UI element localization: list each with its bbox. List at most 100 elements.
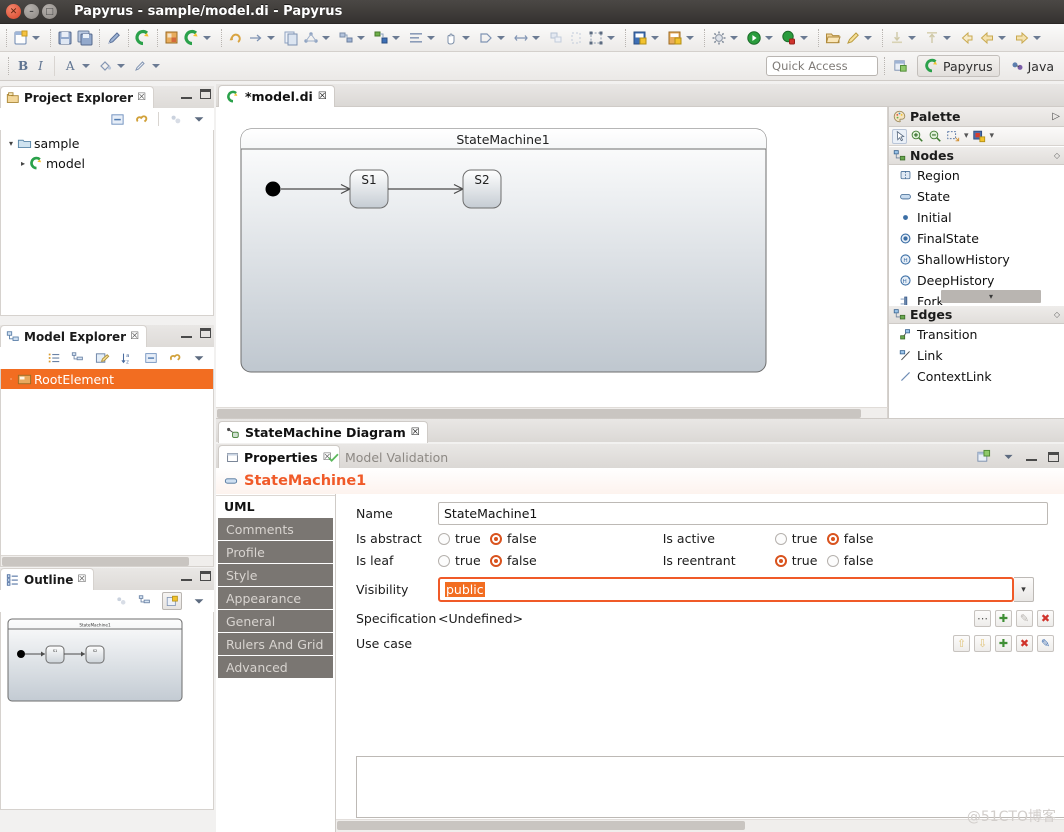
ptab-appearance[interactable]: Appearance bbox=[218, 587, 333, 609]
ptab-general[interactable]: General bbox=[218, 610, 333, 632]
palette-item-region[interactable]: Region bbox=[889, 165, 1064, 186]
minimize-icon[interactable] bbox=[1026, 452, 1037, 461]
chevron-down-icon[interactable] bbox=[686, 35, 694, 40]
ptab-uml[interactable]: UML bbox=[216, 495, 335, 517]
palette-item-finalstate[interactable]: FinalState bbox=[889, 228, 1064, 249]
maximize-icon[interactable] bbox=[200, 571, 211, 581]
edit-pen-button[interactable] bbox=[104, 26, 124, 50]
is-abstract-false-radio[interactable] bbox=[490, 532, 502, 545]
new-model-button[interactable] bbox=[665, 26, 700, 50]
is-reentrant-false-radio[interactable] bbox=[826, 554, 839, 567]
minimize-icon[interactable] bbox=[181, 90, 192, 99]
chevron-down-icon[interactable] bbox=[116, 64, 125, 68]
usecase-edit-button[interactable]: ✎ bbox=[1037, 635, 1054, 652]
chevron-down-icon[interactable] bbox=[1033, 35, 1041, 40]
is-abstract-true-radio[interactable] bbox=[438, 532, 450, 545]
outline-thumbnail-icon[interactable] bbox=[162, 592, 182, 610]
chevron-down-icon[interactable] bbox=[32, 35, 40, 40]
tree-item-sample[interactable]: ▾ sample bbox=[1, 133, 213, 153]
link-with-editor-icon[interactable] bbox=[134, 112, 149, 127]
properties-hscrollbar[interactable] bbox=[336, 819, 1064, 832]
chevron-down-icon[interactable] bbox=[651, 35, 659, 40]
palette-item-initial[interactable]: Initial bbox=[889, 207, 1064, 228]
palette-item-contextlink[interactable]: ContextLink bbox=[889, 366, 1064, 387]
layout-button[interactable] bbox=[301, 26, 336, 50]
hand-tool-button[interactable] bbox=[441, 26, 476, 50]
chevron-down-icon[interactable] bbox=[998, 35, 1006, 40]
model-explorer-tree[interactable]: · RootElement bbox=[0, 369, 214, 567]
arrow-tool-button[interactable] bbox=[246, 26, 281, 50]
expand-arrow-icon[interactable]: ▾ bbox=[5, 139, 17, 148]
align-nodes-button[interactable] bbox=[336, 26, 371, 50]
expand-arrow-icon[interactable]: · bbox=[5, 375, 17, 384]
tab-model-validation[interactable]: Model Validation bbox=[320, 446, 455, 469]
collapse-all-icon[interactable] bbox=[144, 351, 158, 365]
palette-item-link[interactable]: Link bbox=[889, 345, 1064, 366]
is-leaf-true-radio[interactable] bbox=[438, 554, 450, 567]
resize-button[interactable] bbox=[511, 26, 546, 50]
outline-tree-icon[interactable] bbox=[138, 594, 152, 608]
view-menu-icon[interactable] bbox=[192, 351, 206, 365]
tab-model-di[interactable]: *model.di ☒ bbox=[218, 85, 335, 107]
chevron-down-icon[interactable] bbox=[943, 35, 951, 40]
specification-add-button[interactable]: ✚ bbox=[995, 610, 1012, 627]
list-layout-button[interactable] bbox=[406, 26, 441, 50]
view-menu-icon[interactable] bbox=[192, 594, 206, 608]
sort-alpha-icon[interactable]: az bbox=[120, 351, 134, 365]
hierarchy-icon[interactable] bbox=[71, 351, 85, 365]
specification-delete-button[interactable]: ✖ bbox=[1037, 610, 1054, 627]
view-menu-icon[interactable] bbox=[1002, 450, 1015, 463]
palette-expand-icon[interactable]: ▷ bbox=[1052, 111, 1060, 122]
arrange-button[interactable] bbox=[546, 26, 566, 50]
refresh-button[interactable] bbox=[226, 26, 246, 50]
ptab-profile[interactable]: Profile bbox=[218, 541, 333, 563]
usecase-delete-button[interactable]: ✖ bbox=[1016, 635, 1033, 652]
collapse-arrow-icon[interactable]: ▸ bbox=[17, 159, 29, 168]
chevron-down-icon[interactable] bbox=[427, 35, 435, 40]
maximize-button[interactable]: □ bbox=[42, 4, 57, 19]
back-nav-button[interactable] bbox=[957, 26, 977, 50]
tab-model-explorer[interactable]: Model Explorer ☒ bbox=[0, 325, 148, 347]
font-button[interactable]: A bbox=[61, 59, 80, 73]
italic-button[interactable]: I bbox=[33, 59, 48, 73]
is-active-true-radio[interactable] bbox=[774, 532, 787, 545]
diagram-canvas[interactable]: StateMachine1 S1 S2 bbox=[216, 107, 888, 407]
open-new-window-icon[interactable] bbox=[976, 449, 991, 464]
save-all-button[interactable] bbox=[75, 26, 95, 50]
chevron-down-icon[interactable] bbox=[800, 35, 808, 40]
usecase-list-box[interactable] bbox=[356, 756, 1064, 818]
usecase-move-down-button[interactable]: ⇩ bbox=[974, 635, 991, 652]
chevron-down-icon[interactable] bbox=[765, 35, 773, 40]
zoom-in-tool-icon[interactable] bbox=[910, 129, 925, 144]
maximize-icon[interactable] bbox=[200, 89, 211, 99]
is-reentrant-true-radio[interactable] bbox=[774, 554, 787, 567]
zoom-out-tool-icon[interactable] bbox=[928, 129, 943, 144]
outline-dots-icon[interactable] bbox=[114, 594, 128, 608]
papyrus-tool-button[interactable] bbox=[182, 26, 217, 50]
build-button[interactable] bbox=[709, 26, 744, 50]
palette-item-transition[interactable]: Transition bbox=[889, 324, 1064, 345]
tree-item-model[interactable]: ▸ model bbox=[1, 153, 213, 173]
perspective-papyrus[interactable]: Papyrus bbox=[917, 55, 1000, 77]
view-menu-dots-icon[interactable] bbox=[168, 112, 183, 127]
model-explorer-hscrollbar[interactable] bbox=[1, 555, 213, 566]
perspective-java[interactable]: Java bbox=[1004, 55, 1060, 77]
close-icon[interactable]: ☒ bbox=[137, 92, 146, 103]
run-button[interactable] bbox=[744, 26, 779, 50]
open-perspective-button[interactable] bbox=[891, 54, 911, 78]
chevron-down-icon[interactable] bbox=[81, 64, 90, 68]
chevron-down-icon[interactable] bbox=[267, 35, 275, 40]
show-list-icon[interactable] bbox=[47, 351, 61, 365]
view-menu-icon[interactable] bbox=[192, 112, 206, 126]
new-button[interactable] bbox=[11, 26, 46, 50]
chevron-down-icon[interactable] bbox=[908, 35, 916, 40]
chevron-down-icon[interactable] bbox=[730, 35, 738, 40]
minimize-icon[interactable] bbox=[181, 329, 192, 338]
ptab-comments[interactable]: Comments bbox=[218, 518, 333, 540]
specification-edit-button[interactable]: ✎ bbox=[1016, 610, 1033, 627]
edit-model-icon[interactable] bbox=[95, 351, 110, 366]
ptab-style[interactable]: Style bbox=[218, 564, 333, 586]
project-explorer-tree[interactable]: ▾ sample ▸ model bbox=[0, 130, 214, 316]
palette-item-state[interactable]: State bbox=[889, 186, 1064, 207]
distribute-button[interactable] bbox=[371, 26, 406, 50]
